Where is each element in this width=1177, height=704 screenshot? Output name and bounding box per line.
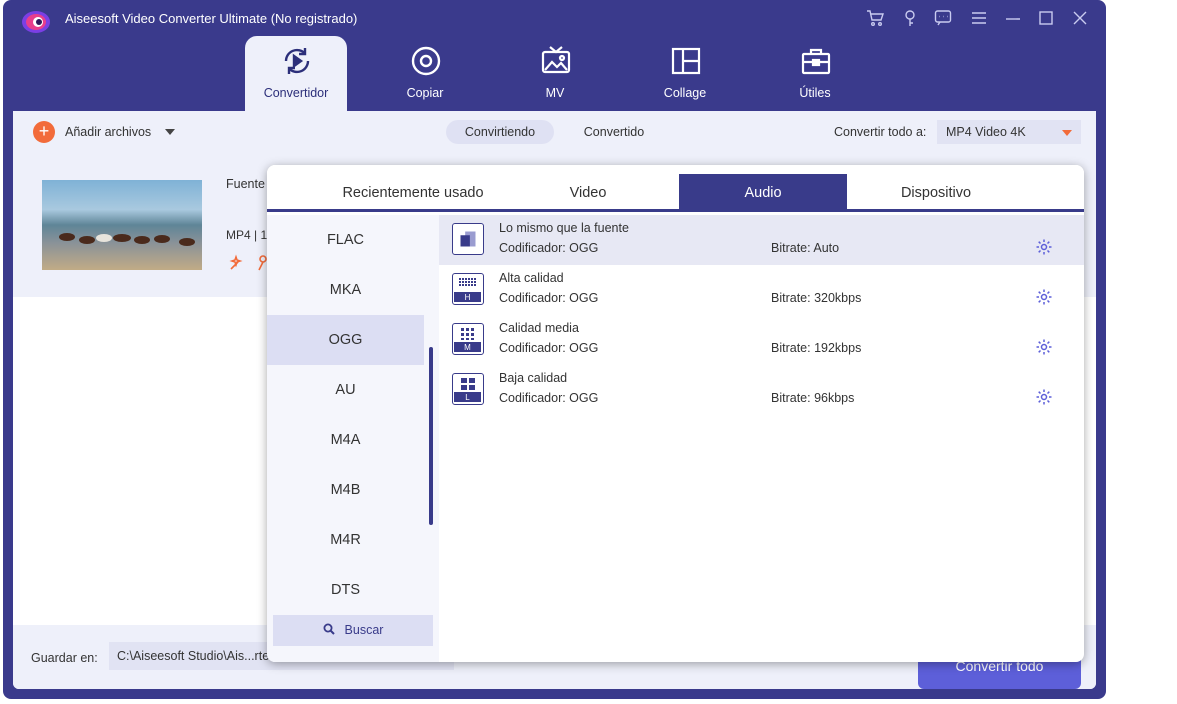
gear-icon[interactable] [1035, 388, 1053, 406]
save-to-label: Guardar en: [31, 651, 98, 665]
quality-option-same-as-source[interactable]: Lo mismo que la fuente Codificador: OGG … [439, 215, 1084, 265]
format-item-au[interactable]: AU [267, 365, 424, 415]
add-files-icon[interactable]: + [33, 121, 55, 143]
minimize-icon[interactable] [1001, 6, 1025, 30]
collage-icon [671, 47, 701, 75]
option-name: Calidad media [499, 321, 579, 335]
horses-thumbnail-image [57, 233, 197, 253]
quality-option-medium[interactable]: M Calidad media Codificador: OGG Bitrate… [439, 315, 1084, 365]
format-item-m4a[interactable]: M4A [267, 415, 424, 465]
menu-icon[interactable] [967, 6, 991, 30]
format-list-scrollbar[interactable] [429, 347, 433, 525]
option-encoder: Codificador: OGG [499, 391, 599, 405]
search-label: Buscar [344, 623, 384, 637]
same-as-source-icon [452, 223, 484, 255]
maximize-icon[interactable] [1034, 6, 1058, 30]
quality-option-low[interactable]: L Baja calidad Codificador: OGG Bitrate:… [439, 365, 1084, 415]
add-files-button[interactable]: Añadir archivos [65, 125, 151, 139]
tab-label: Útiles [799, 86, 831, 100]
close-icon[interactable] [1068, 6, 1092, 30]
option-bitrate: Bitrate: 192kbps [771, 341, 862, 355]
medium-quality-icon: M [452, 323, 484, 355]
search-icon [323, 623, 335, 635]
tab-label: Copiar [406, 86, 444, 100]
source-label: Fuente [226, 177, 265, 191]
convert-icon [284, 48, 310, 74]
gear-icon[interactable] [1035, 238, 1053, 256]
format-item-m4r[interactable]: M4R [267, 515, 424, 565]
video-thumbnail[interactable] [42, 180, 202, 270]
format-dropdown-panel: Recientemente usado Video Audio Disposit… [267, 165, 1084, 662]
tv-icon [541, 46, 571, 74]
app-logo-icon [22, 11, 50, 33]
quality-badge: M [464, 343, 471, 352]
edit-tools-icon[interactable] [229, 253, 269, 273]
option-name: Baja calidad [499, 371, 568, 385]
tab-collage[interactable]: Collage [634, 36, 736, 111]
gear-icon[interactable] [1035, 338, 1053, 356]
search-button[interactable]: Buscar [273, 615, 433, 646]
convert-all-format-select[interactable]: MP4 Video 4K [937, 120, 1081, 144]
format-item-mka[interactable]: MKA [267, 265, 424, 315]
high-quality-icon: H [452, 273, 484, 305]
chevron-down-icon[interactable] [165, 129, 175, 135]
window-title: Aiseesoft Video Converter Ultimate (No r… [65, 11, 358, 26]
format-item-ogg[interactable]: OGG [267, 315, 424, 365]
tab-copiar[interactable]: Copiar [374, 36, 476, 111]
quality-badge: L [465, 393, 470, 402]
format-item-m4b[interactable]: M4B [267, 465, 424, 515]
key-icon[interactable] [898, 6, 922, 30]
tab-converted[interactable]: Convertido [568, 120, 660, 144]
tab-recently-used[interactable]: Recientemente usado [309, 174, 517, 212]
option-bitrate: Bitrate: 320kbps [771, 291, 862, 305]
option-bitrate: Bitrate: Auto [771, 241, 840, 255]
quality-option-high[interactable]: H Alta calidad Codificador: OGG Bitrate:… [439, 265, 1084, 315]
tab-label: MV [545, 86, 565, 100]
convert-all-label: Convertir todo a: [834, 125, 927, 139]
format-item-dts[interactable]: DTS [267, 565, 424, 615]
toolbox-icon [801, 48, 831, 75]
quality-badge: H [465, 293, 471, 302]
chevron-down-icon [1062, 130, 1072, 136]
format-list: FLAC MKA OGG AU M4A M4B M4R DTS Buscar [267, 215, 439, 662]
converter-toolbar: + Añadir archivos Convirtiendo Convertid… [13, 111, 1096, 153]
tab-device[interactable]: Dispositivo [847, 174, 1025, 212]
tab-utiles[interactable]: Útiles [764, 36, 866, 111]
format-item-flac[interactable]: FLAC [267, 215, 424, 265]
tab-label: Convertidor [263, 86, 329, 100]
option-encoder: Codificador: OGG [499, 291, 599, 305]
option-name: Alta calidad [499, 271, 564, 285]
tab-mv[interactable]: MV [504, 36, 606, 111]
low-quality-icon: L [452, 373, 484, 405]
disc-icon [411, 46, 441, 76]
option-name: Lo mismo que la fuente [499, 221, 629, 235]
option-encoder: Codificador: OGG [499, 341, 599, 355]
tab-video[interactable]: Video [517, 174, 659, 212]
format-tabs: Recientemente usado Video Audio Disposit… [267, 165, 1084, 212]
feedback-icon[interactable] [931, 6, 955, 30]
tab-convertidor[interactable]: Convertidor [245, 36, 347, 111]
option-encoder: Codificador: OGG [499, 241, 599, 255]
cart-icon[interactable] [863, 6, 887, 30]
gear-icon[interactable] [1035, 288, 1053, 306]
tab-label: Collage [663, 86, 707, 100]
tab-audio[interactable]: Audio [679, 174, 847, 212]
file-format-info: MP4 | 1 [226, 228, 268, 242]
tab-converting[interactable]: Convirtiendo [446, 120, 554, 144]
option-bitrate: Bitrate: 96kbps [771, 391, 855, 405]
convert-all-format-value: MP4 Video 4K [946, 125, 1026, 139]
